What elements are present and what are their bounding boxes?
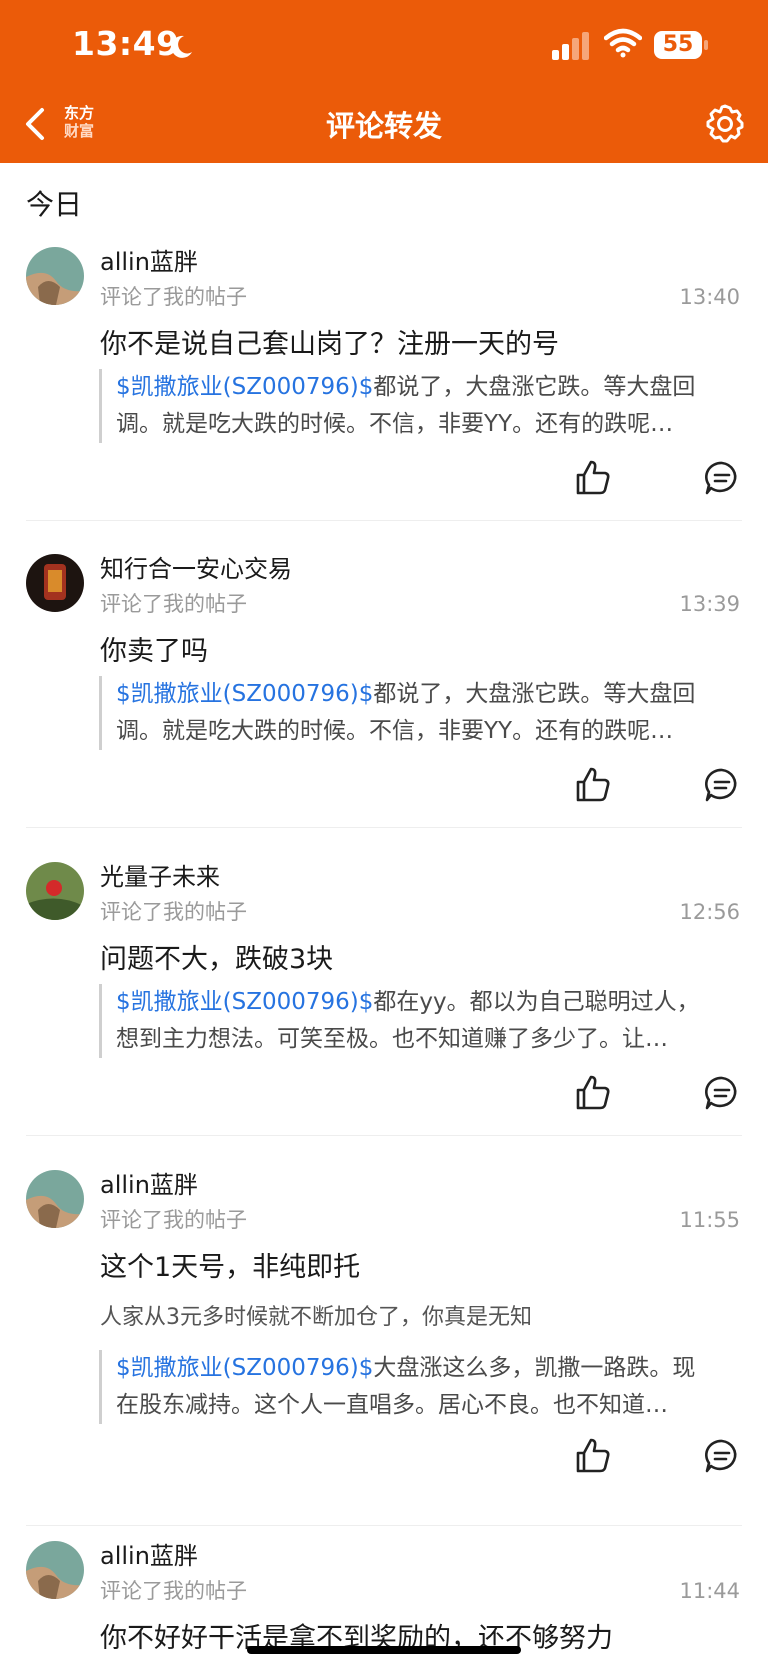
page-title: 评论转发 [325,109,442,143]
stock-link[interactable]: $凯撒旅业(SZ000796)$ [116,1355,373,1381]
divider [26,827,742,828]
timestamp: 11:55 [679,1208,740,1232]
timestamp: 13:40 [679,285,740,309]
thumbs-up-icon[interactable] [573,765,613,805]
home-indicator[interactable] [247,1646,521,1654]
action-text: 评论了我的帖子 [100,900,247,924]
comment-text: 这个1天号，非纯即托 [100,1252,361,1283]
comment-text: 你不是说自己套山岗了？注册一天的号 [100,329,559,360]
comment-bubble-icon[interactable] [702,1073,742,1113]
comment-text: 问题不大，跌破3块 [100,944,334,975]
quoted-post[interactable]: $凯撒旅业(SZ000796)$都在yy。都以为自己聪明过人， 想到主力想法。可… [99,984,756,1058]
comment-bubble-icon[interactable] [702,765,742,805]
stock-link[interactable]: $凯撒旅业(SZ000796)$ [116,989,373,1015]
thumbs-up-icon[interactable] [573,1436,613,1476]
username[interactable]: 知行合一安心交易 [100,554,292,584]
reply-context-text: 人家从3元多时候就不断加仓了，你真是无知 [100,1305,532,1330]
timestamp: 13:39 [679,592,740,616]
battery-level: 55 [662,32,694,57]
username[interactable]: allin蓝胖 [100,1170,198,1200]
status-time: 13:49 [72,24,180,63]
comment-bubble-icon[interactable] [702,1436,742,1476]
quoted-post[interactable]: $凯撒旅业(SZ000796)$都说了，大盘涨它跌。等大盘回 调。就是吃大跌的时… [99,676,756,750]
quoted-post[interactable]: $凯撒旅业(SZ000796)$都说了，大盘涨它跌。等大盘回 调。就是吃大跌的时… [99,369,756,443]
divider [26,520,742,521]
username[interactable]: allin蓝胖 [100,247,198,277]
avatar[interactable] [26,862,84,920]
action-text: 评论了我的帖子 [100,285,247,309]
timestamp: 12:56 [679,900,740,924]
avatar[interactable] [26,1170,84,1228]
action-text: 评论了我的帖子 [100,592,247,616]
app-header: 13:49 55 东方 财富 评论转发 [0,0,768,163]
thumbs-up-icon[interactable] [573,1073,613,1113]
avatar[interactable] [26,1541,84,1599]
stock-link[interactable]: $凯撒旅业(SZ000796)$ [116,374,373,400]
thumbs-up-icon[interactable] [573,458,613,498]
cellular-signal-icon [552,32,589,60]
action-text: 评论了我的帖子 [100,1208,247,1232]
divider [26,1525,742,1526]
wifi-icon [604,28,642,58]
comment-bubble-icon[interactable] [702,458,742,498]
timestamp: 11:44 [679,1579,740,1603]
divider [26,1135,742,1136]
avatar[interactable] [26,247,84,305]
gear-icon[interactable] [704,103,746,145]
section-today: 今日 [26,188,83,221]
moon-icon [171,35,192,58]
quoted-post[interactable]: $凯撒旅业(SZ000796)$大盘涨这么多，凯撒一路跌。现 在股东减持。这个人… [99,1350,756,1424]
comment-text: 你卖了吗 [100,636,208,667]
username[interactable]: 光量子未来 [100,862,220,892]
avatar[interactable] [26,554,84,612]
username[interactable]: allin蓝胖 [100,1541,198,1571]
action-text: 评论了我的帖子 [100,1579,247,1603]
stock-link[interactable]: $凯撒旅业(SZ000796)$ [116,681,373,707]
